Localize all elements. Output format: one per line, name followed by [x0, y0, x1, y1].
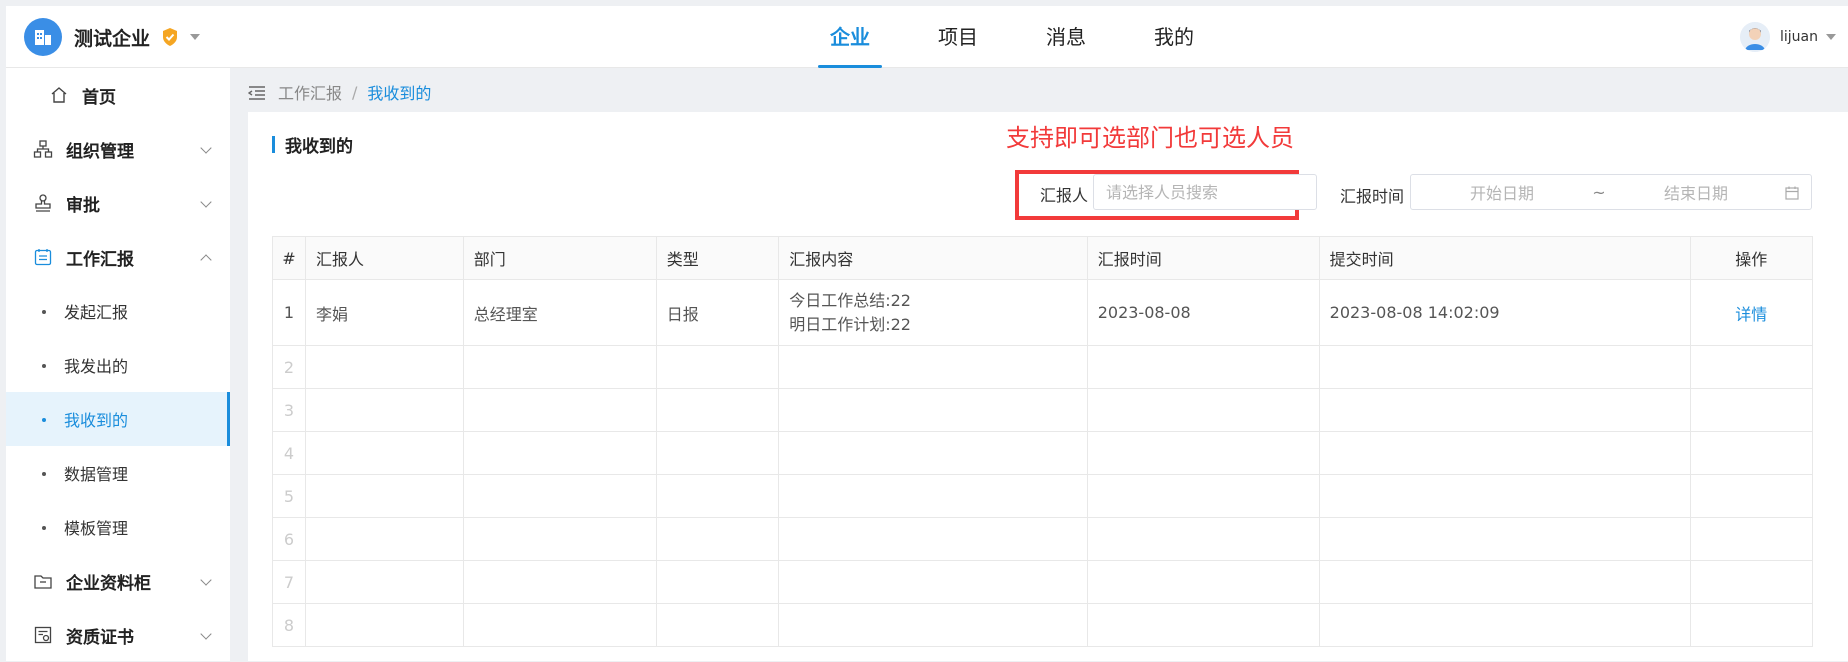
nav-tab-messages[interactable]: 消息 [1012, 6, 1120, 68]
cell-index: 6 [272, 517, 306, 561]
cell-index: 5 [272, 474, 306, 518]
sidebar-item-approval[interactable]: 审批 [6, 176, 230, 230]
cell-actions: 详情 [1689, 279, 1813, 346]
nav-tab-enterprise[interactable]: 企业 [796, 6, 904, 68]
sidebar-item-certificates[interactable]: 资质证书 [6, 608, 230, 662]
menu-fold-icon[interactable] [247, 85, 266, 100]
cell-index: 3 [272, 388, 306, 432]
calendar-icon [1785, 185, 1799, 200]
nav-tab-projects[interactable]: 项目 [904, 6, 1012, 68]
sidebar-item-work-report[interactable]: 工作汇报 [6, 230, 230, 284]
cell-index: 2 [272, 345, 306, 389]
col-header-index: # [272, 236, 306, 280]
date-range-separator: ~ [1592, 182, 1606, 202]
chevron-down-icon [200, 628, 212, 640]
sidebar-item-home[interactable]: 首页 [6, 68, 230, 122]
user-name: lijuan [1780, 29, 1818, 45]
date-start-input[interactable]: 开始日期 [1417, 180, 1587, 204]
col-header-actions: 操作 [1689, 236, 1813, 280]
org-chart-icon [32, 138, 54, 160]
content-panel: 我收到的 支持即可选部门也可选人员 汇报人 汇报时间 开始日期 ~ 结束日期 #… [248, 112, 1848, 661]
sidebar-item-data-management[interactable]: 数据管理 [6, 446, 230, 500]
avatar [1740, 22, 1770, 52]
sidebar-item-template-management[interactable]: 模板管理 [6, 500, 230, 554]
certificate-icon [32, 624, 54, 646]
report-icon [32, 246, 54, 268]
cell-reporter: 李娟 [304, 279, 464, 346]
table-row: 4 [272, 431, 1813, 475]
cell-index: 8 [272, 603, 306, 647]
date-end-input[interactable]: 结束日期 [1611, 180, 1781, 204]
home-icon [48, 84, 70, 106]
date-range-picker[interactable]: 开始日期 ~ 结束日期 [1410, 174, 1812, 210]
table-row: 3 [272, 388, 1813, 432]
chevron-down-icon [200, 142, 212, 154]
content-plan: 明日工作计划:22 [789, 314, 911, 334]
stamp-icon [32, 192, 54, 214]
report-table: # 汇报人 部门 类型 汇报内容 汇报时间 提交时间 操作 1 李娟 总经理室 … [272, 236, 1813, 647]
company-name: 测试企业 [74, 27, 151, 50]
user-menu[interactable]: lijuan [1740, 22, 1836, 52]
cell-index: 7 [272, 560, 306, 604]
folder-icon [32, 570, 54, 592]
breadcrumb-separator: / [352, 82, 358, 102]
col-header-reporter: 汇报人 [304, 236, 464, 280]
breadcrumb: 工作汇报 / 我收到的 [247, 80, 432, 104]
col-header-type: 类型 [655, 236, 780, 280]
cell-dept: 总经理室 [462, 279, 657, 346]
col-header-submit-time: 提交时间 [1318, 236, 1691, 280]
page-title: 我收到的 [272, 132, 353, 157]
col-header-dept: 部门 [462, 236, 657, 280]
table-row: 8 [272, 603, 1813, 647]
chevron-down-icon [200, 574, 212, 586]
col-header-content: 汇报内容 [778, 236, 1088, 280]
verified-badge-icon [160, 27, 180, 47]
breadcrumb-current: 我收到的 [367, 84, 432, 103]
sidebar-item-sent[interactable]: 我发出的 [6, 338, 230, 392]
table-row: 5 [272, 474, 1813, 518]
cell-content: 今日工作总结:22 明日工作计划:22 [778, 279, 1088, 346]
table-row: 2 [272, 345, 1813, 389]
cell-index: 4 [272, 431, 306, 475]
table-row: 6 [272, 517, 1813, 561]
building-icon [24, 18, 62, 56]
breadcrumb-parent[interactable]: 工作汇报 [278, 80, 342, 104]
table-row: 1 李娟 总经理室 日报 今日工作总结:22 明日工作计划:22 2023-08… [272, 279, 1813, 346]
cell-report-time: 2023-08-08 [1086, 279, 1320, 346]
chevron-down-icon [200, 196, 212, 208]
top-bar: 测试企业 企业 项目 消息 我的 lijuan [6, 6, 1848, 68]
caret-down-icon [1826, 34, 1836, 40]
sidebar: 首页 组织管理 审批 工作汇报 发起汇报 我发出的 我收到的 数据管理 模板管理… [6, 68, 230, 661]
cell-index: 1 [272, 279, 306, 346]
table-row: 7 [272, 560, 1813, 604]
company-switcher[interactable]: 测试企业 [24, 18, 201, 56]
content-summary: 今日工作总结:22 [789, 290, 911, 310]
sidebar-item-cabinet[interactable]: 企业资料柜 [6, 554, 230, 608]
cell-submit-time: 2023-08-08 14:02:09 [1318, 279, 1691, 346]
annotation-text: 支持即可选部门也可选人员 [1006, 124, 1294, 152]
reporter-search-input[interactable] [1093, 174, 1317, 210]
chevron-up-icon [200, 254, 212, 266]
sidebar-item-org[interactable]: 组织管理 [6, 122, 230, 176]
nav-tab-mine[interactable]: 我的 [1120, 6, 1228, 68]
sidebar-item-received[interactable]: 我收到的 [6, 392, 230, 446]
table-header-row: # 汇报人 部门 类型 汇报内容 汇报时间 提交时间 操作 [272, 236, 1813, 280]
cell-type: 日报 [655, 279, 780, 346]
col-header-report-time: 汇报时间 [1086, 236, 1320, 280]
reporter-filter-label: 汇报人 [1040, 186, 1089, 205]
main-nav: 企业 项目 消息 我的 [796, 6, 1228, 68]
caret-down-icon [190, 34, 201, 40]
detail-link[interactable]: 详情 [1735, 305, 1767, 324]
report-time-filter-label: 汇报时间 [1340, 187, 1405, 206]
sidebar-item-start-report[interactable]: 发起汇报 [6, 284, 230, 338]
